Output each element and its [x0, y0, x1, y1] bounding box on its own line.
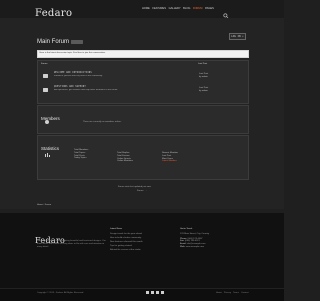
address: 123 Main Street, City, Country [180, 232, 210, 235]
folder-icon [43, 74, 48, 78]
forum-row-meta-line2: by admin [199, 75, 208, 78]
members-panel: Members There are currently no members o… [37, 105, 249, 134]
google-icon[interactable] [161, 291, 164, 294]
forum-title-bar: Main Forum [37, 39, 84, 45]
nav-label: PAGES [205, 6, 214, 10]
forum-row[interactable]: QUESTIONS AND SUPPORT Ask questions, get… [40, 85, 246, 99]
facebook-icon[interactable] [151, 291, 154, 294]
rss-icon[interactable] [156, 291, 159, 294]
contact-label: Web: [180, 245, 186, 248]
nav-item-pages[interactable]: PAGES [205, 7, 214, 10]
nav-item-home[interactable]: HOME [142, 7, 150, 10]
nav-item-features[interactable]: FEATURES [152, 7, 166, 10]
forum-row-description: Ask questions, get answers and help othe… [54, 88, 118, 91]
forums-col-lastpost: Last Post [198, 63, 208, 65]
contact-value: (000) 765-4321 [184, 240, 200, 243]
copyright: Copyright © 2015 - Fedaro. All Rights Re… [37, 292, 84, 294]
latest-news-item[interactable]: Design trends for the year ahead [110, 233, 185, 236]
bottom-note: Forum stats last updated just now. [118, 186, 152, 188]
footer-link[interactable]: Home [216, 292, 222, 295]
forums-table: Forum Last Post WELCOME AND INTRODUCTION… [37, 60, 249, 104]
forums-col-forum: Forum [41, 63, 48, 65]
forum-row-meta: Last Post by admin [199, 87, 208, 93]
forums-lastpost-header: Last Post [198, 63, 207, 66]
main-nav: HOME FEATURES GALLERY BLOG FORUM PAGES [142, 6, 230, 19]
bottom-link-arrow: → [144, 190, 148, 192]
footer-link[interactable]: Privacy [224, 292, 231, 295]
twitter-icon[interactable] [146, 291, 149, 294]
stat-line: Online Members [117, 160, 134, 163]
forum-row[interactable]: WELCOME AND INTRODUCTIONS Introduce your… [40, 71, 246, 85]
nav-label: GALLERY [168, 6, 181, 10]
contact-value: (000) 123-4567 [187, 237, 203, 240]
title-badge [71, 40, 84, 44]
nav-label: BLOG [183, 6, 191, 10]
get-in-touch: Get in Touch 123 Main Street, City, Coun… [180, 228, 260, 249]
forum-row-text: WELCOME AND INTRODUCTIONS Introduce your… [54, 71, 184, 78]
footer-link[interactable]: Contact [241, 292, 249, 295]
nav-label: HOME [142, 6, 150, 10]
contact-label: Phone: [180, 237, 187, 240]
page-title: Main Forum [37, 39, 70, 45]
contact-label: Fax: [180, 240, 185, 243]
statistics-title-text: Statistics [41, 146, 60, 151]
folder-icon [43, 88, 48, 92]
stat-line: Today Topics [74, 157, 87, 160]
latest-news-item[interactable]: How to build a better community [110, 237, 185, 240]
footer-about: We are passionate about creating beautif… [37, 240, 106, 248]
statistics-panel: Statistics Total Members Total Topics To… [37, 135, 249, 180]
notice-text: Here is the latest discussion topic. Fee… [39, 52, 106, 54]
footer-link[interactable]: Terms [233, 292, 239, 295]
members-title: Members [41, 107, 60, 125]
bottom-link-text: Forum [137, 190, 144, 192]
forum-row-meta: Last Post by admin [199, 73, 208, 79]
forum-row-meta-line2: by admin [199, 89, 208, 92]
latest-news-title: Latest News [110, 228, 123, 230]
forum-row-description: Introduce yourself and say hello to the … [54, 74, 103, 77]
social-icons [146, 291, 164, 294]
latest-news: Latest News Design trends for the year a… [110, 228, 185, 253]
breadcrumb[interactable]: Home › Forum [37, 204, 51, 207]
nav-item-blog[interactable]: BLOG [183, 7, 190, 10]
footer-links: Home Privacy Terms Contact [216, 292, 249, 295]
login-button[interactable]: LOG IN ▾ [229, 24, 246, 42]
contact-label: Email: [180, 243, 187, 246]
search-icon[interactable] [223, 6, 230, 19]
forums-header: Forum [41, 63, 47, 66]
nav-item-forum[interactable]: FORUM [193, 7, 203, 10]
stats-col-2: Total Replies Total Forums Online Guests… [117, 152, 133, 163]
forum-row-text: QUESTIONS AND SUPPORT Ask questions, get… [54, 85, 194, 92]
get-in-touch-title: Get in Touch [180, 228, 193, 230]
stats-icon [45, 152, 51, 157]
nav-label: FORUM [192, 6, 203, 10]
login-label: LOG IN ▾ [229, 33, 246, 40]
stats-col-3: Newest Member Last Post Most Users Lates… [162, 152, 178, 163]
contact-value[interactable]: www.example.com [186, 246, 204, 248]
notice-bar: Here is the latest discussion topic. Fee… [37, 50, 249, 58]
members-text: There are currently no members online. [83, 121, 122, 123]
nav-item-gallery[interactable]: GALLERY [169, 7, 181, 10]
nav-label: FEATURES [152, 6, 167, 10]
latest-news-item[interactable]: Tips for getting started [110, 245, 185, 248]
bottom-link[interactable]: Forum → [137, 190, 147, 193]
stat-highlight: Latest Member [162, 160, 177, 163]
latest-news-item[interactable]: New features released this month [110, 241, 185, 244]
contact-value[interactable]: info@example.com [187, 243, 206, 245]
members-title-text: Members [41, 116, 60, 121]
latest-news-item[interactable]: Behind the scenes at the studio [110, 249, 185, 252]
user-icon [45, 120, 49, 124]
stats-col-1: Total Members Total Topics Total Posts T… [74, 149, 88, 160]
contact-line: Web: www.example.com [180, 246, 260, 249]
